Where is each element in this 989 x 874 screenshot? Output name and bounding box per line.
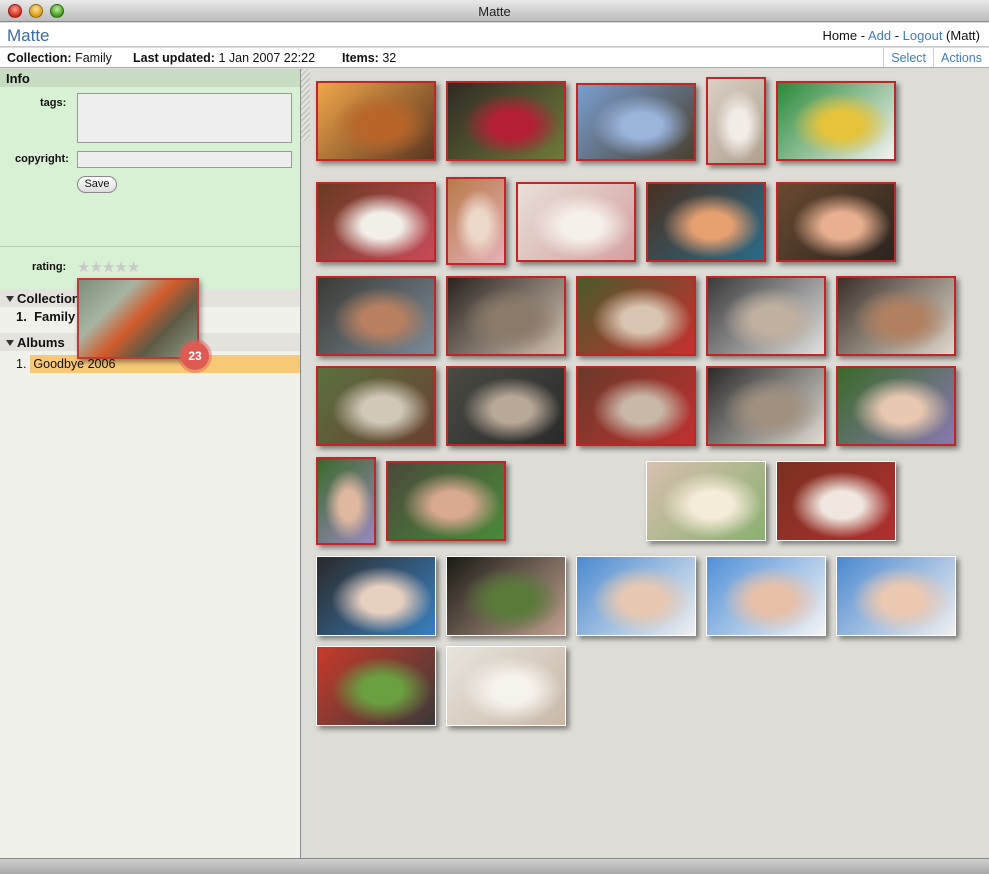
collection-info: Collection: Family — [7, 51, 112, 65]
info-panel: Info tags: copyright: Save — [0, 69, 300, 247]
collection-name: Family — [34, 309, 76, 324]
nav-separator: - — [857, 28, 868, 43]
items-label: Items: — [342, 51, 379, 65]
photo-thumbnail[interactable] — [446, 81, 566, 161]
photo-thumbnail[interactable] — [316, 556, 436, 636]
splitter-handle[interactable] — [301, 69, 310, 141]
updated-value: 1 Jan 2007 22:22 — [218, 51, 316, 65]
actions-button[interactable]: Actions — [933, 48, 989, 67]
photo-thumbnail[interactable] — [776, 182, 896, 262]
photo-thumbnail[interactable] — [646, 182, 766, 262]
photo-thumbnail[interactable] — [776, 81, 896, 161]
info-heading: Info — [0, 69, 300, 87]
photo-thumbnail[interactable] — [706, 556, 826, 636]
add-link[interactable]: Add — [868, 28, 891, 43]
updated-info: Last updated: 1 Jan 2007 22:22 — [133, 51, 315, 65]
photo-thumbnail[interactable] — [446, 276, 566, 356]
disclosure-triangle-icon[interactable] — [6, 296, 14, 302]
nav-separator: - — [891, 28, 903, 43]
photo-grid — [310, 69, 989, 858]
home-link[interactable]: Home — [822, 28, 857, 43]
dragged-photo[interactable] — [77, 278, 199, 359]
window-titlebar: Matte — [0, 0, 989, 22]
window-bottom-bar — [0, 858, 989, 874]
photo-thumbnail[interactable] — [576, 83, 696, 161]
photo-thumbnail[interactable] — [576, 556, 696, 636]
collection-label: Collection: — [7, 51, 72, 65]
items-info: Items: 32 — [342, 51, 396, 65]
photo-thumbnail[interactable] — [776, 461, 896, 541]
app-header: Matte Home - Add - Logout (Matt) — [0, 23, 989, 47]
toolbar-actions: Select Actions — [883, 48, 989, 67]
photo-thumbnail[interactable] — [706, 77, 766, 165]
photo-thumbnail[interactable] — [316, 81, 436, 161]
rating-stars[interactable]: ★★★★★ — [77, 258, 140, 276]
photo-thumbnail[interactable] — [316, 182, 436, 262]
disclosure-triangle-icon[interactable] — [6, 340, 14, 346]
photo-thumbnail[interactable] — [576, 366, 696, 446]
photo-thumbnail[interactable] — [516, 182, 636, 262]
tags-textarea[interactable] — [77, 93, 292, 143]
photo-thumbnail[interactable] — [316, 646, 436, 726]
window-title: Matte — [478, 4, 511, 19]
photo-thumbnail[interactable] — [316, 457, 376, 545]
photo-thumbnail[interactable] — [836, 556, 956, 636]
photo-thumbnail[interactable] — [446, 556, 566, 636]
photo-thumbnail[interactable] — [386, 461, 506, 541]
collection-number: 1. — [16, 309, 27, 324]
current-user: (Matt) — [942, 28, 980, 43]
photo-thumbnail[interactable] — [646, 461, 766, 541]
drag-count-badge: 23 — [181, 342, 209, 370]
save-button[interactable]: Save — [77, 176, 117, 193]
albums-title: Albums — [17, 335, 65, 350]
photo-thumbnail[interactable] — [836, 276, 956, 356]
items-value: 32 — [382, 51, 397, 65]
logout-link[interactable]: Logout — [903, 28, 943, 43]
photo-thumbnail[interactable] — [316, 366, 436, 446]
collection-info-bar: Collection: Family Last updated: 1 Jan 2… — [0, 48, 989, 68]
photo-thumbnail[interactable] — [316, 276, 436, 356]
photo-thumbnail[interactable] — [836, 366, 956, 446]
album-name: Goodbye 2006 — [33, 357, 116, 371]
photo-thumbnail[interactable] — [706, 276, 826, 356]
tags-label: tags: — [40, 97, 67, 109]
select-button[interactable]: Select — [883, 48, 933, 67]
photo-thumbnail[interactable] — [446, 177, 506, 265]
top-nav: Home - Add - Logout (Matt) — [822, 28, 980, 43]
app-logo[interactable]: Matte — [7, 26, 50, 46]
photo-thumbnail[interactable] — [576, 276, 696, 356]
sidebar: Info tags: copyright: Save rating: ★★★★★… — [0, 69, 301, 858]
copyright-label: copyright: — [15, 153, 69, 165]
photo-thumbnail[interactable] — [446, 646, 566, 726]
rating-label: rating: — [32, 261, 67, 273]
photo-thumbnail[interactable] — [706, 366, 826, 446]
updated-label: Last updated: — [133, 51, 215, 65]
photo-thumbnail[interactable] — [446, 366, 566, 446]
collection-value: Family — [75, 51, 112, 65]
album-number: 1. — [16, 357, 27, 371]
copyright-field[interactable] — [77, 151, 292, 168]
